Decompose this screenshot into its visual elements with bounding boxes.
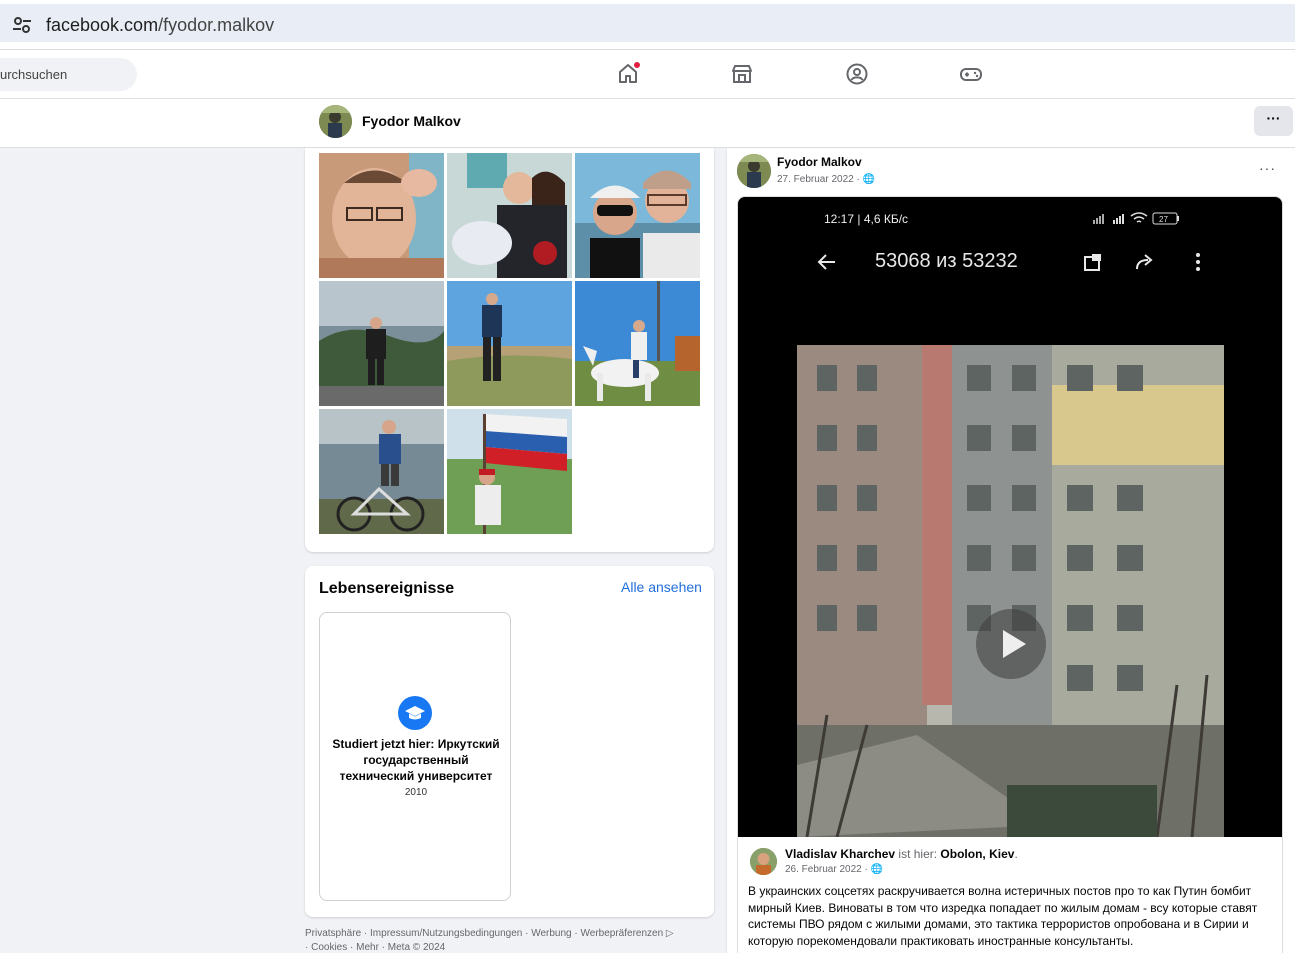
phone-status-icons: 27 [1093, 212, 1179, 225]
shared-post: 12:17 | 4,6 КБ/с 27 53068 из 53232 Vladi… [737, 196, 1283, 953]
graduation-cap-icon [398, 696, 432, 730]
shared-place[interactable]: Obolon, Kiev [940, 847, 1014, 861]
photo-7[interactable] [319, 409, 444, 534]
page-footer: Privatsphäre · Impressum/Nutzungsbedingu… [305, 927, 714, 953]
photo-1[interactable] [319, 153, 444, 278]
play-button[interactable] [976, 609, 1046, 679]
profile-name[interactable]: Fyodor Malkov [362, 113, 461, 129]
photo-3[interactable] [575, 153, 700, 278]
arrow-left-icon [817, 254, 835, 270]
url-domain: facebook.com [46, 15, 159, 35]
avatar[interactable] [737, 154, 771, 188]
life-event-year: 2010 [404, 787, 428, 798]
life-events-card: Lebensereignisse Alle ansehen Studiert j… [305, 566, 714, 917]
life-events-title: Lebensereignisse [319, 580, 455, 597]
post-menu-button[interactable]: ··· [1259, 160, 1276, 176]
footer-links-2[interactable]: · Cookies · Mehr · Meta © 2024 [305, 941, 714, 953]
life-event-text: Studiert jetzt hier: Иркутский государст… [332, 737, 500, 783]
share-icon [1136, 254, 1153, 270]
video-frame [797, 345, 1224, 837]
photo-4[interactable] [319, 281, 444, 406]
more-vertical-icon [1196, 253, 1200, 271]
life-event-tile[interactable]: Studiert jetzt hier: Иркутский государст… [319, 612, 511, 901]
status-time: 12:17 | 4,6 КБ/с [824, 212, 909, 226]
play-icon [1003, 630, 1026, 658]
gaming-icon[interactable] [959, 62, 983, 86]
footer-links[interactable]: Privatsphäre · Impressum/Nutzungsbedingu… [305, 927, 714, 941]
photos-card [305, 148, 714, 552]
profile-more-button[interactable]: ··· [1254, 106, 1293, 136]
site-settings-icon[interactable] [10, 13, 34, 37]
photo-6[interactable] [575, 281, 700, 406]
post-card: Fyodor Malkov 27. Februar 2022 · 🌐 ··· 1… [727, 148, 1295, 953]
period: . [1014, 847, 1018, 861]
notification-dot [633, 61, 641, 69]
shared-post-info: Vladislav Kharchev ist hier: Obolon, Kie… [738, 837, 1282, 953]
post-date[interactable]: 27. Februar 2022 · 🌐 [777, 174, 875, 185]
url-text[interactable]: facebook.com/fyodor.malkov [46, 15, 274, 36]
open-window-icon [1084, 254, 1101, 271]
shared-post-header: Vladislav Kharchev ist hier: Obolon, Kie… [785, 847, 1018, 861]
url-path: /fyodor.malkov [158, 15, 275, 35]
shared-post-text: В украинских соцсетях раскручивается вол… [748, 884, 1258, 948]
is-here-text: ist hier: [895, 847, 941, 861]
browser-address-bar: facebook.com/fyodor.malkov [0, 0, 1295, 50]
photo-8[interactable] [447, 409, 572, 534]
photo-5[interactable] [447, 281, 572, 406]
shared-post-date[interactable]: 26. Februar 2022 · 🌐 [785, 864, 883, 875]
top-navigation: urchsuchen [0, 50, 1295, 99]
photo-2[interactable] [447, 153, 572, 278]
avatar[interactable] [319, 105, 352, 138]
search-input[interactable]: urchsuchen [0, 58, 137, 91]
groups-icon[interactable] [845, 62, 869, 86]
url-field[interactable]: facebook.com/fyodor.malkov [0, 4, 1295, 42]
post-author[interactable]: Fyodor Malkov [777, 155, 862, 169]
media-counter: 53068 из 53232 [875, 250, 1018, 272]
avatar[interactable] [750, 848, 777, 875]
battery-level: 27 [1159, 215, 1168, 224]
see-all-link[interactable]: Alle ansehen [621, 579, 702, 595]
profile-header-bar: Fyodor Malkov ··· [0, 99, 1295, 148]
video-player[interactable]: 12:17 | 4,6 КБ/с 27 53068 из 53232 [738, 197, 1282, 837]
shared-author[interactable]: Vladislav Kharchev [785, 847, 895, 861]
marketplace-icon[interactable] [730, 62, 754, 86]
